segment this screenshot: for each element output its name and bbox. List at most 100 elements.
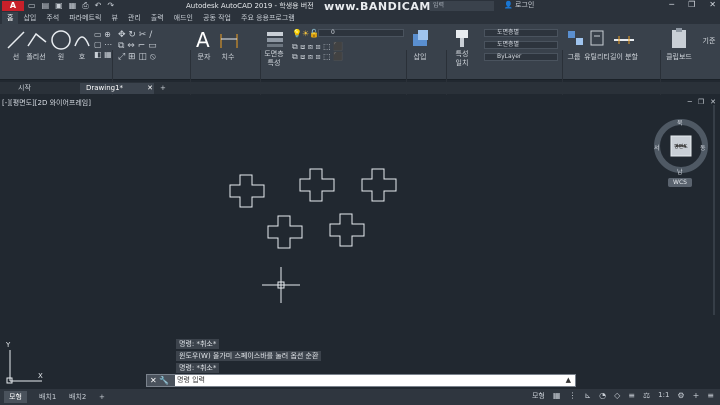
customize-icon[interactable]: 🔧	[159, 376, 169, 385]
search-input[interactable]: 입력	[430, 1, 494, 11]
tab-drawing1[interactable]: Drawing1* ✕	[80, 83, 154, 94]
dimension-tool-icon[interactable]	[218, 30, 240, 50]
command-line-tools: ✕ 🔧	[147, 375, 175, 386]
dimension-label[interactable]: 치수	[216, 52, 240, 62]
lineweight-icon[interactable]: ≡	[628, 391, 635, 401]
tab-layout2[interactable]: 배치2	[64, 391, 91, 403]
title-bar: A ▭ ▤ ▣ ▦ ⎙ ↶ ↷ Autodesk AutoCAD 2019 - …	[0, 0, 720, 13]
lineweight-dropdown[interactable]: ByLayer	[484, 53, 558, 61]
status-icons: 모형 ▦ ⋮ ⊾ ◔ ◇ ≡ ⚖ 1:1 ⚙ + ≡	[532, 391, 714, 401]
menu-icon[interactable]: ≡	[707, 391, 714, 401]
insert-block-icon[interactable]	[410, 28, 432, 50]
circle-label[interactable]: 원	[50, 52, 72, 62]
tab-home[interactable]: 홈	[2, 12, 19, 24]
new-icon[interactable]: ▭	[28, 1, 36, 11]
tab-manage[interactable]: 관리	[123, 12, 146, 24]
save-icon[interactable]: ▣	[55, 1, 63, 11]
tab-output[interactable]: 출력	[146, 12, 169, 24]
osnap-icon[interactable]: ◇	[614, 391, 620, 401]
window-controls: ─ ❐ ✕	[669, 0, 716, 9]
wcs-menu[interactable]: WCS	[668, 178, 692, 187]
command-history-arrow-icon[interactable]: ▲	[566, 375, 571, 386]
tab-parametric[interactable]: 파라메트릭	[64, 12, 106, 24]
close-tab-icon[interactable]: ✕	[147, 84, 153, 92]
tab-collaborate[interactable]: 공동 작업	[198, 12, 236, 24]
layer-properties-label[interactable]: 도면층 특성	[258, 50, 290, 68]
viewcube-south[interactable]: 남	[677, 167, 683, 176]
crosshair-cursor	[262, 267, 300, 303]
autocad-logo[interactable]: A	[2, 1, 24, 11]
close-command-icon[interactable]: ✕	[150, 376, 157, 385]
group-label[interactable]: 그룹	[564, 52, 584, 62]
add-icon[interactable]: +	[693, 391, 700, 401]
viewcube-north[interactable]: 북	[677, 118, 683, 127]
viewcube-face[interactable]: 평면도	[674, 143, 688, 150]
grid-icon[interactable]: ▦	[553, 391, 561, 401]
arc-tool-icon[interactable]	[72, 28, 92, 52]
login-button[interactable]: 👤 로그인	[504, 0, 534, 10]
polyline-label[interactable]: 폴리선	[22, 52, 50, 62]
tab-layout1[interactable]: 배치1	[34, 391, 61, 403]
text-tool-icon[interactable]: A	[196, 28, 210, 52]
insert-label[interactable]: 삽입	[408, 52, 432, 62]
document-tab-bar: 시작 Drawing1* ✕ +	[0, 82, 720, 94]
close-icon[interactable]: ✕	[709, 0, 716, 9]
command-history-line: 윈도우(W) 올가미 스페이스바를 눌러 옵션 순환	[176, 350, 576, 362]
ortho-icon[interactable]: ⊾	[584, 391, 591, 401]
plot-icon[interactable]: ⎙	[82, 1, 88, 11]
settings-gear-icon[interactable]: ⚙	[677, 391, 684, 401]
tab-featured-apps[interactable]: 주요 응용프로그램	[236, 12, 300, 24]
tab-model[interactable]: 모형	[4, 391, 27, 403]
tab-insert[interactable]: 삽입	[18, 12, 41, 24]
cross-shape	[299, 168, 335, 202]
tab-start[interactable]: 시작	[12, 83, 37, 94]
polyline-tool-icon[interactable]	[26, 28, 48, 52]
tab-view[interactable]: 뷰	[106, 12, 122, 24]
layer-tool-icons[interactable]: ⧉ ⧈ ⧇ ⧆ ⬚ ⬛ ⧉ ⧈ ⧇ ⧆ ⬚ ⬛	[292, 42, 343, 62]
cross-shape	[229, 174, 265, 208]
clipboard-label[interactable]: 클립보드	[662, 52, 696, 62]
minimize-icon[interactable]: ─	[669, 0, 674, 9]
match-properties-label[interactable]: 특성 일치	[450, 50, 474, 68]
modify-small-icons[interactable]: ✥ ↻ ✂ ∕ ⧉ ⇔ ⌐ ▭ ⤢ ⊞ ◫ ⦸	[118, 30, 157, 63]
clipboard-icon[interactable]	[668, 26, 690, 50]
measure-icon[interactable]	[612, 28, 636, 48]
command-history-line: 명령: *취소*	[176, 338, 576, 350]
layer-properties-icon[interactable]	[264, 28, 286, 48]
polar-icon[interactable]: ◔	[599, 391, 606, 401]
snap-icon[interactable]: ⋮	[568, 391, 576, 401]
utilities-icon[interactable]	[588, 28, 606, 48]
measure-label[interactable]: 길이 분할	[606, 52, 642, 62]
viewcube-west[interactable]: 서	[654, 143, 660, 152]
linetype-dropdown[interactable]: 도면층별	[484, 41, 558, 49]
redo-icon[interactable]: ↷	[107, 1, 114, 11]
tab-addins[interactable]: 애드인	[169, 12, 198, 24]
add-tab-button[interactable]: +	[154, 83, 172, 94]
tab-annotate[interactable]: 주석	[41, 12, 64, 24]
add-layout-button[interactable]: +	[94, 391, 110, 403]
ribbon-panel: 선 폴리선 원 호 ▭ ⊕ ▢ ⋯ ◧ ▦ ✥ ↻ ✂ ∕ ⧉ ⇔ ⌐ ▭ ⤢ ⊞ ◫ …	[0, 24, 720, 100]
color-dropdown[interactable]: 도면층별	[484, 29, 558, 37]
group-icon[interactable]	[566, 28, 586, 48]
base-label[interactable]: 기준	[698, 36, 720, 46]
command-input[interactable]: 명령 입력	[177, 375, 205, 386]
command-line[interactable]: ✕ 🔧 명령 입력 ▲	[146, 374, 576, 387]
cross-shape	[329, 213, 365, 247]
save-as-icon[interactable]: ▦	[69, 1, 77, 11]
scale-value[interactable]: 1:1	[658, 391, 669, 401]
maximize-icon[interactable]: ❐	[688, 0, 695, 9]
open-icon[interactable]: ▤	[42, 1, 50, 11]
match-properties-icon[interactable]	[452, 28, 472, 48]
undo-icon[interactable]: ↶	[95, 1, 102, 11]
draw-small-icons[interactable]: ▭ ⊕ ▢ ⋯ ◧ ▦	[94, 30, 112, 60]
viewcube-east[interactable]: 동	[700, 143, 706, 152]
command-history-line: 명령: *취소*	[176, 362, 576, 374]
arc-label[interactable]: 호	[72, 52, 92, 62]
annotation-scale-icon[interactable]: ⚖	[643, 391, 650, 401]
circle-tool-icon[interactable]	[50, 28, 72, 52]
line-tool-icon[interactable]	[6, 28, 26, 52]
model-space-button[interactable]: 모형	[532, 391, 545, 401]
text-label[interactable]: 문자	[194, 52, 214, 62]
app-title: Autodesk AutoCAD 2019 - 학생용 버전	[186, 2, 314, 10]
layer-dropdown[interactable]: 0	[318, 29, 404, 37]
